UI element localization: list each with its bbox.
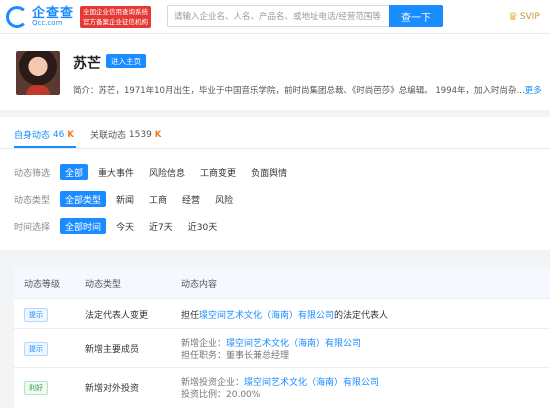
k-icon: K (67, 129, 74, 140)
search-button[interactable]: 查一下 (389, 5, 443, 27)
search-input[interactable]: 请输入企业名、人名、产品名、或地址电话/经营范围等 (167, 5, 389, 27)
option-negative-news[interactable]: 负面舆情 (246, 164, 292, 180)
company-link[interactable]: 璟空间艺术文化（海南）有限公司 (199, 311, 334, 321)
tab-own-news[interactable]: 自身动态 46 K (14, 128, 74, 142)
news-table: 动态等级 动态类型 动态内容 提示 法定代表人变更 担任璟空间艺术文化（海南）有… (14, 268, 550, 408)
enter-home-button[interactable]: 进入主页 (106, 54, 146, 68)
profile-intro: 简介：苏芒，1971年10月出生，毕业于中国音乐学院，前时尚集团总裁、《时尚芭莎… (73, 86, 542, 96)
company-link[interactable]: 璟空间艺术文化（海南）有限公司 (244, 378, 379, 388)
table-header: 动态等级 动态类型 动态内容 (14, 268, 550, 298)
filter-row-scope: 动态筛选 全部 重大事件 风险信息 工商变更 负面舆情 (14, 164, 297, 180)
table-row[interactable]: 利好 新增对外投资 新增投资企业：璟空间艺术文化（海南）有限公司 投资比例：20… (14, 367, 550, 406)
tab-related-news[interactable]: 关联动态 1539 K (90, 128, 162, 142)
logo[interactable]: 企查查 Qcc.com 全国企业信用查询系统 官方备案企业征信机构 (6, 5, 152, 28)
certification-badge: 全国企业信用查询系统 官方备案企业征信机构 (80, 5, 152, 28)
svip-link[interactable]: ♛ SVIP (508, 10, 540, 23)
option-all-time[interactable]: 全部时间 (60, 218, 107, 234)
person-name: 苏芒 (73, 56, 101, 72)
table-row[interactable]: 提示 新增主要成员 新增企业：璟空间艺术文化（海南）有限公司 担任职务：董事长兼… (14, 328, 550, 367)
option-30-days[interactable]: 近30天 (183, 218, 222, 234)
filter-panel: 自身动态 46 K 关联动态 1539 K 动态筛选 全部 重大事件 风险信息 工商… (0, 117, 550, 250)
active-tab-indicator (14, 146, 76, 148)
level-badge: 利好 (24, 381, 48, 395)
logo-title: 企查查 (32, 5, 75, 21)
filter-row-time: 时间选择 全部时间 今天 近7天 近30天 (14, 218, 227, 234)
option-major-events[interactable]: 重大事件 (93, 164, 139, 180)
table-row[interactable]: 提示 法定代表人变更 担任璟空间艺术文化（海南）有限公司的法定代表人 (14, 298, 550, 328)
option-all[interactable]: 全部 (60, 164, 89, 180)
option-risk-info[interactable]: 风险信息 (144, 164, 190, 180)
option-business-change[interactable]: 工商变更 (195, 164, 241, 180)
crown-icon: ♛ (508, 10, 518, 23)
option-all-types[interactable]: 全部类型 (60, 191, 107, 207)
option-today[interactable]: 今天 (111, 218, 139, 234)
logo-subtitle: Qcc.com (32, 18, 63, 27)
option-news[interactable]: 新闻 (111, 191, 139, 207)
option-7-days[interactable]: 近7天 (144, 218, 178, 234)
filter-row-type: 动态类型 全部类型 新闻 工商 经营 风险 (14, 191, 243, 207)
more-link[interactable]: 更多 (525, 86, 542, 96)
option-operations[interactable]: 经营 (177, 191, 205, 207)
level-badge: 提示 (24, 342, 48, 356)
k-icon: K (154, 129, 162, 140)
tab-bar: 自身动态 46 K 关联动态 1539 K (0, 117, 550, 149)
option-business[interactable]: 工商 (144, 191, 172, 207)
option-risk[interactable]: 风险 (210, 191, 238, 207)
top-bar: 企查查 Qcc.com 全国企业信用查询系统 官方备案企业征信机构 请输入企业名… (0, 0, 550, 34)
logo-icon (6, 5, 28, 28)
profile-card: 苏芒 进入主页 简介：苏芒，1971年10月出生，毕业于中国音乐学院，前时尚集团… (0, 34, 550, 110)
level-badge: 提示 (24, 308, 48, 322)
avatar (16, 51, 60, 95)
